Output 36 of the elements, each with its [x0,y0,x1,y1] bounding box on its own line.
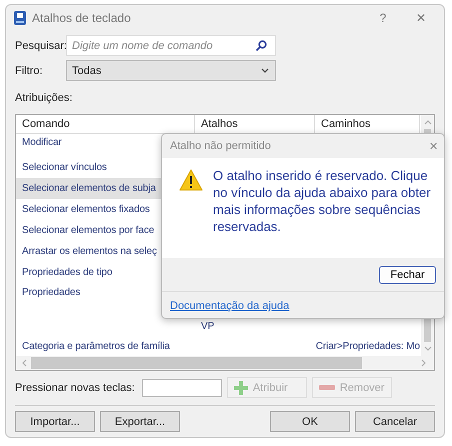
table-row[interactable]: VP [16,315,420,337]
chevron-down-icon[interactable] [424,346,432,351]
chevron-left-icon[interactable] [22,359,27,367]
alert-title: Atalho não permitido [170,140,271,152]
help-button[interactable]: ? [369,11,397,25]
new-keys-label: Pressionar novas teclas: [15,382,135,394]
filter-label: Filtro: [15,64,44,76]
alert-message: O atalho inserido é reservado. Clique no vínculo da ajuda abaixo para obter mais informações sobre sequências reservadas. [213,167,432,236]
table-row[interactable]: Categoria e parâmetros de família Criar>Propriedades: Mo [16,337,420,356]
chevron-up-icon[interactable] [424,120,432,125]
warning-icon [179,169,203,191]
help-documentation-link[interactable]: Documentação da ajuda [170,300,290,312]
assignments-label: Atribuições: [15,92,74,106]
dialog-button[interactable]: Importar... [15,411,95,432]
horizontal-scrollbar[interactable] [16,356,434,370]
minus-icon [318,385,335,390]
search-icon [255,40,267,52]
chevron-down-icon [261,68,269,73]
plus-icon [234,380,248,394]
window-title: Atalhos de teclado [32,11,132,25]
path-cell: Criar>Propriedades: Mo [316,341,420,352]
close-button[interactable]: ✕ [407,11,435,25]
search-label: Pesquisar: [15,40,66,52]
shortcut-cell-text: VP [200,320,214,332]
chevron-right-icon[interactable] [421,359,426,367]
new-keys-field[interactable] [142,378,222,396]
dialog-button[interactable]: OK [270,411,350,432]
close-dialog-button[interactable]: Fechar [379,266,436,284]
command-cell-text: Arrastar os elementos na seleç [21,246,157,257]
book-icon [14,11,26,25]
command-cell-text: Selecionar elementos de subja [21,183,156,194]
search-field[interactable]: Digite um nome de comando [66,35,276,56]
command-cell-text: Categoria e parâmetros de família [21,341,170,352]
dialog-button[interactable]: Cancelar [355,411,435,432]
dialog-button[interactable]: Exportar... [100,411,180,432]
filter-dropdown[interactable]: Todas [66,60,276,81]
